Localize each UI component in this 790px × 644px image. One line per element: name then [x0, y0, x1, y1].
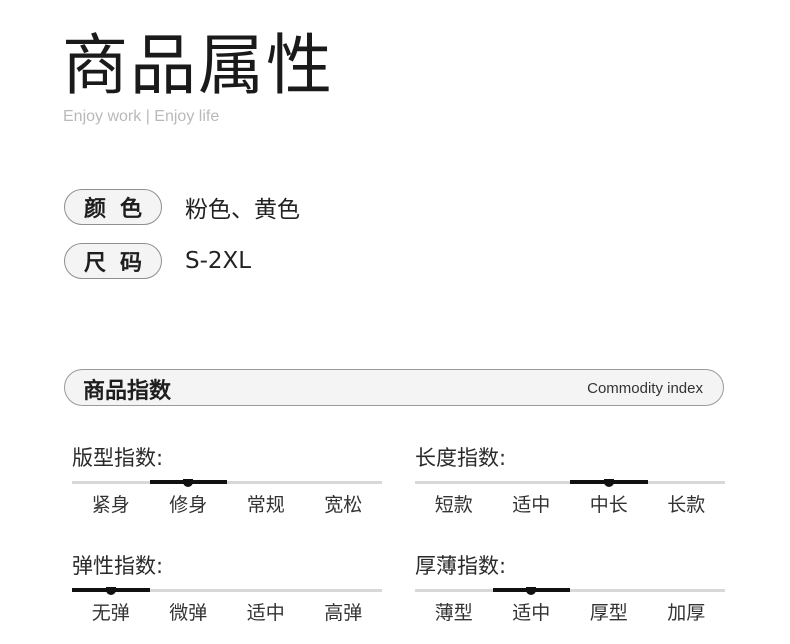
- attribute-row-color: 颜色 粉色、黄色: [64, 188, 300, 226]
- scale-option: 厚型: [589, 602, 628, 624]
- scale-option: 微弹: [169, 602, 208, 624]
- color-label-pill: 颜色: [64, 189, 162, 225]
- metric-label: 厚薄指数:: [415, 554, 507, 578]
- scale-marker: [603, 479, 614, 487]
- scale-option: 中长: [589, 494, 628, 516]
- scale-option: 无弹: [91, 602, 130, 624]
- size-value: S-2XL: [185, 248, 252, 274]
- scale-marker: [105, 587, 116, 595]
- scale-option: 适中: [246, 602, 285, 624]
- scale-track: [415, 589, 725, 592]
- metric-thickness: 厚薄指数: 薄型 适中 厚型 加厚: [415, 551, 725, 635]
- scale-option: 薄型: [434, 602, 473, 624]
- metric-scale: 无弹 微弹 适中 高弹: [72, 587, 382, 635]
- metric-scale: 薄型 适中 厚型 加厚: [415, 587, 725, 635]
- scale-option: 适中: [512, 494, 551, 516]
- metric-label: 版型指数:: [72, 446, 164, 470]
- scale-option: 加厚: [667, 602, 706, 624]
- metric-fit: 版型指数: 紧身 修身 常规 宽松: [72, 443, 382, 527]
- metric-scale: 紧身 修身 常规 宽松: [72, 479, 382, 527]
- commodity-index-subtitle: Commodity index: [587, 380, 703, 397]
- scale-marker: [526, 587, 537, 595]
- size-label-pill: 尺码: [64, 243, 162, 279]
- commodity-index-title: 商品指数: [83, 379, 172, 404]
- scale-option: 常规: [246, 494, 285, 516]
- scale-option: 高弹: [324, 602, 363, 624]
- metric-label: 弹性指数:: [72, 554, 164, 578]
- page-subtitle: Enjoy work | Enjoy life: [63, 108, 220, 125]
- color-value: 粉色、黄色: [185, 197, 300, 223]
- metric-elasticity: 弹性指数: 无弹 微弹 适中 高弹: [72, 551, 382, 635]
- metric-label: 长度指数:: [415, 446, 507, 470]
- scale-option: 紧身: [91, 494, 130, 516]
- scale-option: 宽松: [324, 494, 363, 516]
- metric-scale: 短款 适中 中长 长款: [415, 479, 725, 527]
- page-title: 商品属性: [62, 27, 334, 104]
- scale-option: 修身: [169, 494, 208, 516]
- commodity-index-header: 商品指数 Commodity index: [64, 369, 724, 406]
- scale-option: 适中: [512, 602, 551, 624]
- scale-option: 短款: [434, 494, 473, 516]
- scale-track: [72, 481, 382, 484]
- scale-marker: [183, 479, 194, 487]
- attribute-row-size: 尺码 S-2XL: [64, 242, 251, 280]
- scale-option: 长款: [667, 494, 706, 516]
- metric-length: 长度指数: 短款 适中 中长 长款: [415, 443, 725, 527]
